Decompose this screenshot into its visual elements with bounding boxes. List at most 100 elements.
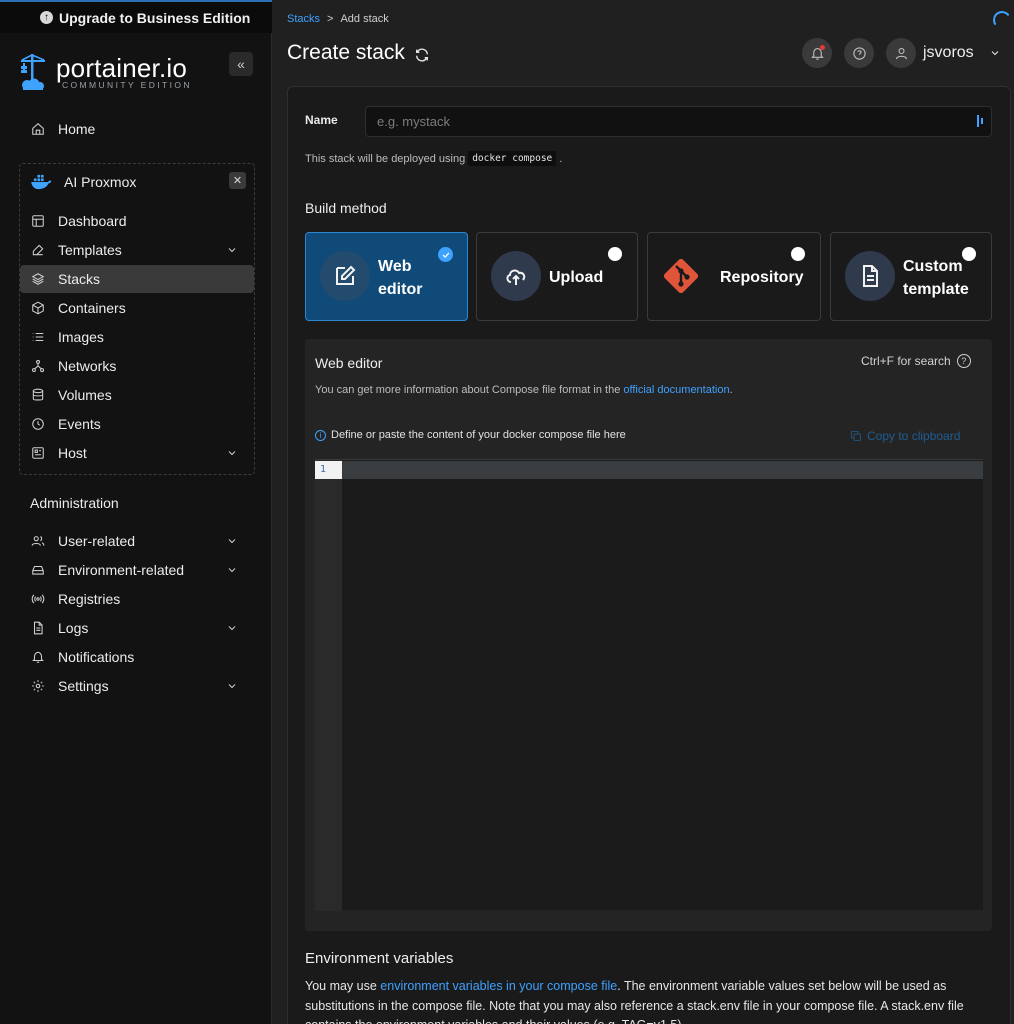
sidebar-item-registries[interactable]: Registries [20, 585, 254, 613]
search-hint: Ctrl+F for search ? [861, 354, 971, 368]
sidebar-item-label: Dashboard [58, 213, 127, 229]
env-vars-compose-link[interactable]: environment variables in your compose fi… [380, 979, 617, 993]
sidebar-item-label: Settings [58, 678, 109, 694]
sidebar-item-label: Events [58, 416, 101, 432]
breadcrumb-separator: > [327, 13, 334, 25]
sidebar-item-label: User-related [58, 533, 136, 549]
chevron-down-icon[interactable] [226, 534, 240, 548]
sidebar-item-templates[interactable]: Templates [20, 236, 254, 264]
method-label-line1: Custom [903, 257, 963, 275]
networks-icon [30, 358, 46, 374]
sidebar-item-events[interactable]: Events [20, 410, 254, 438]
build-method-upload[interactable]: Upload [476, 232, 638, 321]
radio-unselected-icon [608, 247, 622, 261]
sidebar-item-volumes[interactable]: Volumes [20, 381, 254, 409]
sidebar-item-host[interactable]: Host [20, 439, 254, 467]
deploy-note-text: This stack will be deployed using [305, 152, 466, 165]
sidebar-item-label: Registries [58, 591, 121, 607]
deploy-note: This stack will be deployed using docker… [305, 151, 562, 166]
environment-name: AI Proxmox [64, 174, 137, 190]
sidebar-item-label: Volumes [58, 387, 112, 403]
sidebar-item-user-related[interactable]: User-related [20, 527, 254, 555]
build-method-repository[interactable]: Repository [647, 232, 821, 321]
editor-hint-text: Define or paste the content of your dock… [331, 429, 626, 441]
method-label: Web editor [378, 233, 422, 322]
portainer-logo[interactable]: portainer.io COMMUNITY EDITION [18, 50, 218, 94]
bell-icon [30, 649, 46, 665]
build-method-heading: Build method [305, 200, 387, 216]
sidebar-item-label: Stacks [58, 271, 101, 287]
user-avatar[interactable] [886, 38, 916, 68]
line-number: 1 [315, 461, 342, 479]
chevron-down-icon[interactable] [226, 679, 240, 693]
user-name[interactable]: jsvoros [923, 44, 974, 62]
close-environment-button[interactable]: ✕ [229, 172, 246, 189]
sidebar-item-environment-related[interactable]: Environment-related [20, 556, 254, 584]
build-method-web-editor[interactable]: Web editor [305, 232, 468, 321]
chevron-down-icon[interactable] [226, 446, 240, 460]
info-icon: i [315, 429, 326, 441]
sidebar-item-label: Notifications [58, 649, 135, 665]
sidebar-item-images[interactable]: Images [20, 323, 254, 351]
dashboard-icon [30, 213, 46, 229]
sidebar-item-stacks[interactable]: Stacks [20, 265, 254, 293]
breadcrumb-stacks-link[interactable]: Stacks [287, 13, 320, 25]
environment-variables-heading: Environment variables [305, 950, 454, 967]
sidebar: ↑ Upgrade to Business Edition portainer.… [0, 0, 272, 1024]
password-manager-icon[interactable] [976, 114, 986, 128]
images-icon [30, 329, 46, 345]
sidebar-item-notifications[interactable]: Notifications [20, 643, 254, 671]
chevron-down-icon[interactable] [989, 46, 1001, 58]
docker-icon [31, 174, 52, 190]
users-icon [30, 533, 46, 549]
help-circle-icon[interactable]: ? [956, 354, 971, 368]
sidebar-item-settings[interactable]: Settings [20, 672, 254, 700]
sidebar-item-home[interactable]: Home [20, 115, 254, 143]
stacks-icon [30, 271, 46, 287]
sidebar-item-networks[interactable]: Networks [20, 352, 254, 380]
refresh-icon[interactable] [414, 45, 430, 62]
collapse-sidebar-button[interactable]: « [229, 52, 253, 76]
deploy-note-suffix: . [559, 152, 563, 165]
sidebar-item-containers[interactable]: Containers [20, 294, 254, 322]
active-line[interactable] [342, 461, 983, 479]
upgrade-label: Upgrade to Business Edition [59, 9, 251, 26]
sidebar-item-dashboard[interactable]: Dashboard [20, 207, 254, 235]
compose-code-editor[interactable]: 1 [315, 459, 983, 911]
method-label-line2: template [903, 280, 969, 298]
volumes-icon [30, 387, 46, 403]
sidebar-item-label: Images [58, 329, 104, 345]
sidebar-item-label: Templates [58, 242, 122, 258]
chevron-down-icon[interactable] [226, 621, 240, 635]
notifications-button[interactable] [802, 38, 832, 68]
official-documentation-link[interactable]: official documentation [623, 384, 729, 396]
logo-subtitle: COMMUNITY EDITION [62, 80, 192, 90]
copy-label: Copy to clipboard [867, 429, 961, 443]
administration-heading: Administration [30, 495, 119, 511]
search-hint-text: Ctrl+F for search [861, 354, 951, 368]
upgrade-banner[interactable]: ↑ Upgrade to Business Edition [0, 0, 272, 33]
chevron-down-icon[interactable] [226, 243, 240, 257]
stack-name-input[interactable] [365, 106, 992, 137]
env-vars-text: You may use [305, 979, 377, 993]
file-text-icon [845, 251, 895, 301]
method-label-line1: Web [378, 257, 412, 275]
copy-to-clipboard-button[interactable]: Copy to clipboard [850, 429, 960, 443]
environment-header: AI Proxmox [30, 172, 250, 192]
docker-compose-code: docker compose [468, 151, 557, 166]
logs-icon [30, 620, 46, 636]
sidebar-item-logs[interactable]: Logs [20, 614, 254, 642]
sidebar-item-label: Containers [58, 300, 126, 316]
editor-hint: i Define or paste the content of your do… [315, 429, 626, 441]
environment-variables-description: You may use environment variables in you… [305, 977, 995, 1024]
chevron-down-icon[interactable] [226, 563, 240, 577]
sidebar-item-label: Logs [58, 620, 89, 636]
home-icon [30, 121, 46, 137]
help-button[interactable] [844, 38, 874, 68]
git-icon [663, 258, 699, 294]
upload-cloud-icon [491, 251, 541, 301]
loading-spinner-icon [991, 9, 1013, 31]
sidebar-item-label: Environment-related [58, 562, 185, 578]
build-method-custom-template[interactable]: Custom template [830, 232, 992, 321]
method-label-line2: editor [378, 280, 423, 298]
